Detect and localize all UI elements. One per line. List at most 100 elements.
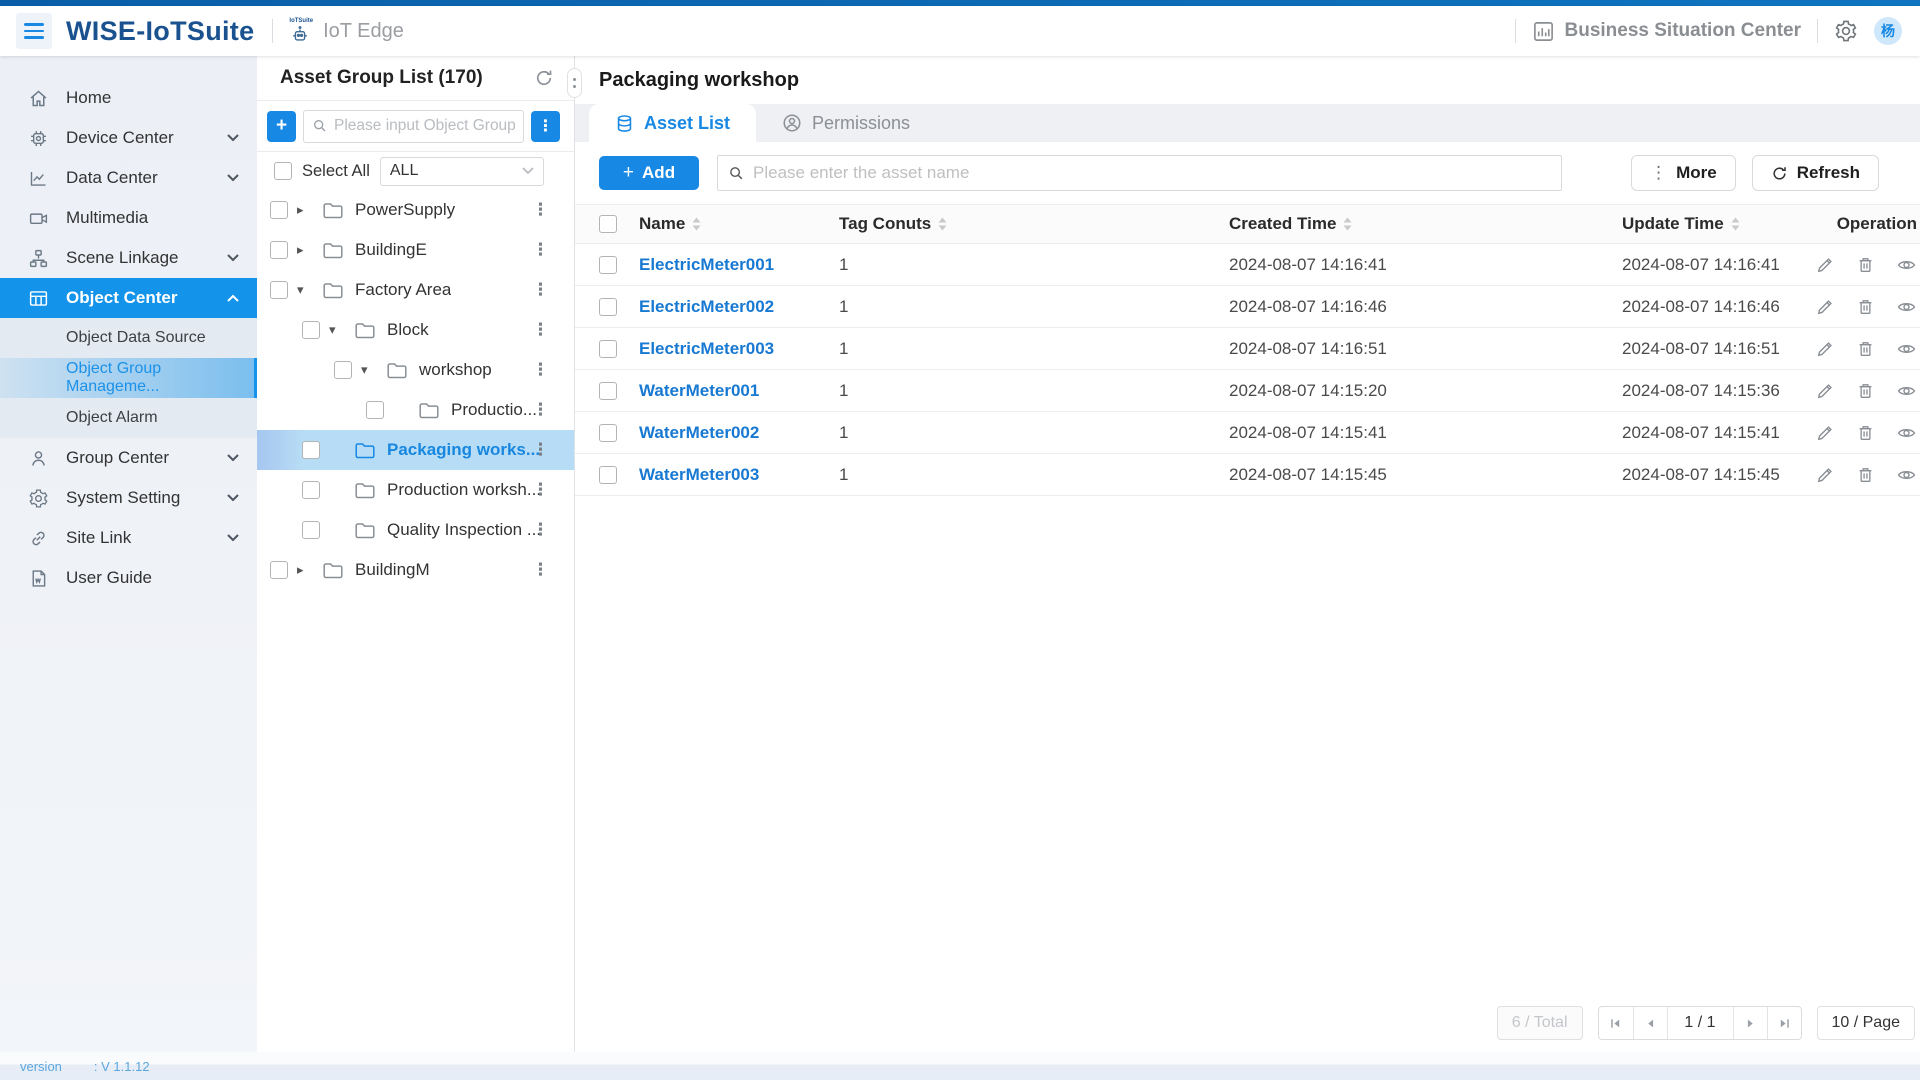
row-checkbox[interactable] xyxy=(599,255,617,274)
asset-name-link[interactable]: ElectricMeter003 xyxy=(639,339,839,359)
asset-name-link[interactable]: ElectricMeter002 xyxy=(639,297,839,317)
view-icon[interactable] xyxy=(1896,465,1917,485)
tree-node-checkbox[interactable] xyxy=(302,481,320,499)
sidebar-item-system-setting[interactable]: System Setting xyxy=(0,478,257,518)
tab-permissions[interactable]: Permissions xyxy=(756,104,936,142)
tree-node-checkbox[interactable] xyxy=(270,241,288,259)
tree-node-buildinge[interactable]: ▸ BuildingE ⋮ xyxy=(257,230,574,270)
edit-icon[interactable] xyxy=(1815,423,1835,443)
sidebar-item-site-link[interactable]: Site Link xyxy=(0,518,257,558)
tree-node-factory-area[interactable]: ▾ Factory Area ⋮ xyxy=(257,270,574,310)
tab-asset-list[interactable]: Asset List xyxy=(589,104,757,142)
sidebar-item-device-center[interactable]: Device Center xyxy=(0,118,257,158)
tree-node-productio[interactable]: Productio... ⋮ xyxy=(257,390,574,430)
submenu-item-object-group-management[interactable]: Object Group Manageme... xyxy=(0,358,257,398)
column-header-created-time[interactable]: Created Time xyxy=(1229,214,1622,234)
sidebar-item-group-center[interactable]: Group Center xyxy=(0,438,257,478)
tree-node-quality-inspection[interactable]: Quality Inspection ... ⋮ xyxy=(257,510,574,550)
expander-collapsed-icon[interactable]: ▸ xyxy=(297,242,323,258)
node-more-actions-icon[interactable]: ⋮ xyxy=(532,240,549,260)
select-all-checkbox[interactable] xyxy=(274,162,292,180)
group-filter-select[interactable]: ALL xyxy=(379,156,544,186)
user-avatar[interactable]: 杨 xyxy=(1874,17,1902,45)
view-icon[interactable] xyxy=(1896,297,1917,317)
tree-node-checkbox[interactable] xyxy=(270,201,288,219)
tree-node-checkbox[interactable] xyxy=(366,401,384,419)
business-situation-center-link[interactable]: Business Situation Center xyxy=(1532,20,1801,43)
select-all-rows-checkbox[interactable] xyxy=(599,215,617,233)
row-checkbox[interactable] xyxy=(599,381,617,400)
edit-icon[interactable] xyxy=(1815,465,1835,485)
expander-expanded-icon[interactable]: ▾ xyxy=(361,362,387,378)
row-checkbox[interactable] xyxy=(599,465,617,484)
hamburger-menu-icon[interactable] xyxy=(16,13,52,49)
tree-node-checkbox[interactable] xyxy=(302,521,320,539)
sidebar-item-object-center[interactable]: Object Center xyxy=(0,278,257,318)
add-asset-button[interactable]: + Add xyxy=(599,156,699,190)
panel-resize-handle[interactable] xyxy=(567,68,582,98)
more-button[interactable]: ⋮ More xyxy=(1631,155,1736,191)
expander-expanded-icon[interactable]: ▾ xyxy=(297,282,323,298)
group-search-input[interactable] xyxy=(334,117,515,135)
view-icon[interactable] xyxy=(1896,255,1917,275)
tree-node-powersupply[interactable]: ▸ PowerSupply ⋮ xyxy=(257,190,574,230)
node-more-actions-icon[interactable]: ⋮ xyxy=(532,400,549,420)
node-more-actions-icon[interactable]: ⋮ xyxy=(532,520,549,540)
view-icon[interactable] xyxy=(1896,381,1917,401)
sidebar-item-multimedia[interactable]: Multimedia xyxy=(0,198,257,238)
submenu-item-object-data-source[interactable]: Object Data Source xyxy=(0,318,257,358)
column-header-name[interactable]: Name xyxy=(639,214,839,234)
sidebar-item-home[interactable]: Home xyxy=(0,78,257,118)
asset-name-link[interactable]: WaterMeter003 xyxy=(639,465,839,485)
sidebar-item-user-guide[interactable]: User Guide xyxy=(0,558,257,598)
delete-icon[interactable] xyxy=(1856,297,1875,317)
row-checkbox[interactable] xyxy=(599,339,617,358)
settings-gear-icon[interactable] xyxy=(1834,19,1858,43)
delete-icon[interactable] xyxy=(1856,255,1875,275)
asset-name-link[interactable]: WaterMeter002 xyxy=(639,423,839,443)
sort-icon[interactable] xyxy=(1731,217,1740,231)
add-group-button[interactable]: + xyxy=(267,110,296,142)
tree-node-packaging-works[interactable]: Packaging works... ⋮ xyxy=(257,430,574,470)
expander-collapsed-icon[interactable]: ▸ xyxy=(297,562,323,578)
sort-icon[interactable] xyxy=(1343,217,1352,231)
delete-icon[interactable] xyxy=(1856,339,1875,359)
delete-icon[interactable] xyxy=(1856,465,1875,485)
tree-node-checkbox[interactable] xyxy=(302,321,320,339)
edit-icon[interactable] xyxy=(1815,255,1835,275)
sidebar-item-data-center[interactable]: Data Center xyxy=(0,158,257,198)
row-checkbox[interactable] xyxy=(599,297,617,316)
view-icon[interactable] xyxy=(1896,423,1917,443)
column-header-update-time[interactable]: Update Time xyxy=(1622,214,1815,234)
node-more-actions-icon[interactable]: ⋮ xyxy=(532,360,549,380)
delete-icon[interactable] xyxy=(1856,423,1875,443)
edit-icon[interactable] xyxy=(1815,381,1835,401)
refresh-button[interactable]: Refresh xyxy=(1751,155,1879,191)
column-header-tag-counts[interactable]: Tag Conuts xyxy=(839,214,1229,234)
group-more-actions-button[interactable]: ⋮ xyxy=(531,110,560,142)
node-more-actions-icon[interactable]: ⋮ xyxy=(532,560,549,580)
node-more-actions-icon[interactable]: ⋮ xyxy=(532,440,549,460)
edit-icon[interactable] xyxy=(1815,297,1835,317)
submenu-item-object-alarm[interactable]: Object Alarm xyxy=(0,398,257,438)
last-page-button[interactable] xyxy=(1766,1007,1801,1039)
expander-expanded-icon[interactable]: ▾ xyxy=(329,322,355,338)
asset-name-link[interactable]: WaterMeter001 xyxy=(639,381,839,401)
sort-icon[interactable] xyxy=(692,217,701,231)
expander-collapsed-icon[interactable]: ▸ xyxy=(297,202,323,218)
edit-icon[interactable] xyxy=(1815,339,1835,359)
view-icon[interactable] xyxy=(1896,339,1917,359)
node-more-actions-icon[interactable]: ⋮ xyxy=(532,280,549,300)
tree-node-buildingm[interactable]: ▸ BuildingM ⋮ xyxy=(257,550,574,590)
asset-search-input[interactable] xyxy=(753,163,1551,183)
sidebar-item-scene-linkage[interactable]: Scene Linkage xyxy=(0,238,257,278)
node-more-actions-icon[interactable]: ⋮ xyxy=(532,480,549,500)
page-size-select[interactable]: 10 / Page xyxy=(1816,1006,1915,1040)
tree-node-production-worksh[interactable]: Production worksh... ⋮ xyxy=(257,470,574,510)
prev-page-button[interactable] xyxy=(1632,1007,1667,1039)
tree-node-checkbox[interactable] xyxy=(270,561,288,579)
tree-node-checkbox[interactable] xyxy=(334,361,352,379)
node-more-actions-icon[interactable]: ⋮ xyxy=(532,200,549,220)
row-checkbox[interactable] xyxy=(599,423,617,442)
tree-node-checkbox[interactable] xyxy=(302,441,320,459)
